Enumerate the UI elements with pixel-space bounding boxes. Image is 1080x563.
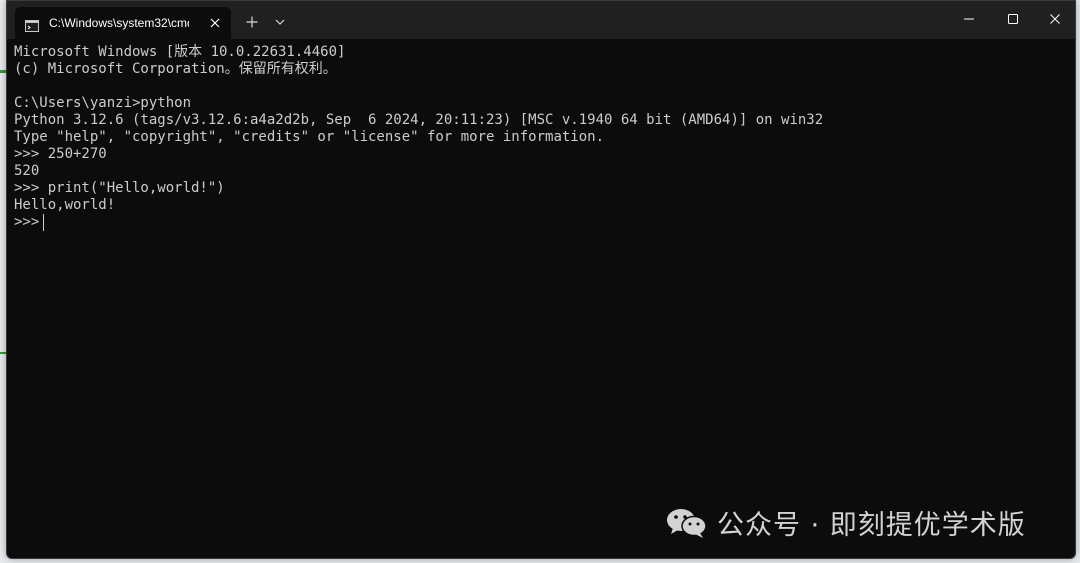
terminal-window: C:\Windows\system32\cmd.e: <box>6 0 1076 559</box>
terminal-line: Microsoft Windows [版本 10.0.22631.4460] <box>14 44 346 60</box>
python-prompt: >>> <box>14 214 40 230</box>
tab-close-icon[interactable] <box>203 11 227 35</box>
terminal-line: Hello,world! <box>14 197 116 213</box>
watermark-text: 公众号 · 即刻提优学术版 <box>717 510 1026 541</box>
terminal-line: Python 3.12.6 (tags/v3.12.6:a4a2d2b, Sep… <box>14 112 824 128</box>
terminal-line: (c) Microsoft Corporation。保留所有权利。 <box>14 61 337 77</box>
tab-title: C:\Windows\system32\cmd.e: <box>49 16 189 30</box>
text-cursor <box>43 214 45 231</box>
terminal-line: >>> print("Hello,world!") <box>14 180 225 196</box>
wechat-icon <box>665 507 709 539</box>
minimize-icon[interactable] <box>947 1 991 37</box>
terminal-line: >>> 250+270 <box>14 146 107 162</box>
prompt-line[interactable]: >>> <box>14 214 1069 231</box>
terminal-line: C:\Users\yanzi>python <box>14 95 192 111</box>
terminal-output[interactable]: Microsoft Windows [版本 10.0.22631.4460] (… <box>14 44 1069 558</box>
title-bar[interactable]: C:\Windows\system32\cmd.e: <box>7 1 1075 39</box>
terminal-line: 520 <box>14 163 40 179</box>
chevron-down-icon[interactable] <box>269 11 291 33</box>
terminal-icon <box>25 17 39 32</box>
window-close-icon[interactable] <box>1033 1 1075 37</box>
maximize-icon[interactable] <box>991 1 1035 37</box>
new-tab-plus-icon[interactable] <box>241 11 263 33</box>
watermark: 公众号 · 即刻提优学术版 <box>665 503 1026 542</box>
tab-cmd[interactable]: C:\Windows\system32\cmd.e: <box>15 7 231 39</box>
terminal-line: Type "help", "copyright", "credits" or "… <box>14 129 605 145</box>
